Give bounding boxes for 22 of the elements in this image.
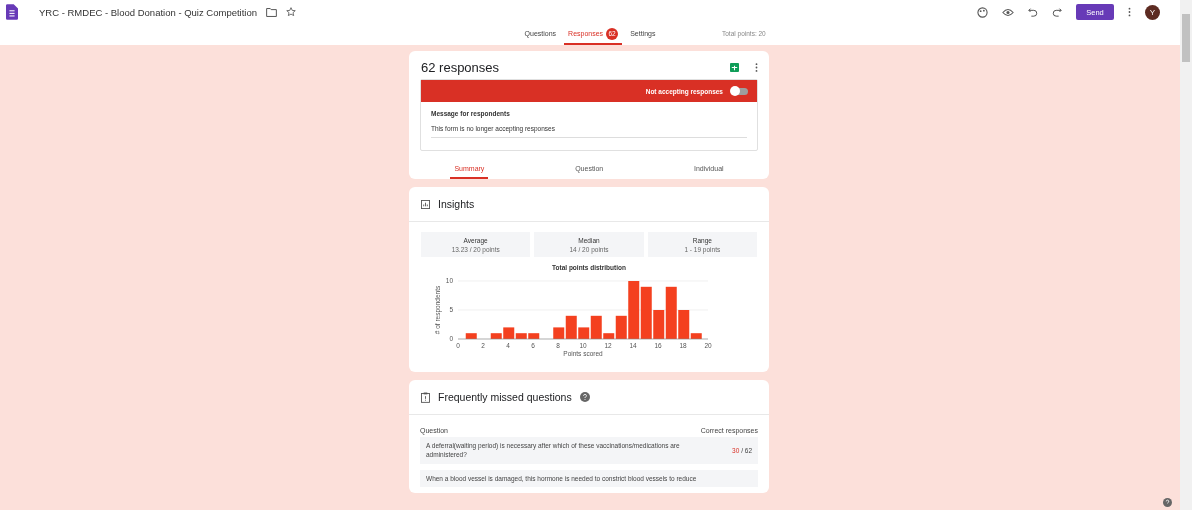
scrollbar[interactable] [1180, 0, 1192, 510]
insights-icon [421, 199, 430, 209]
redo-icon[interactable] [1052, 7, 1062, 17]
undo-icon[interactable] [1028, 7, 1038, 17]
more-options-icon[interactable] [1128, 7, 1131, 17]
scrollbar-thumb[interactable] [1182, 14, 1190, 62]
responses-count: 62 responses [421, 60, 500, 75]
form-title[interactable]: YRC - RMDEC - Blood Donation - Quiz Competition [39, 6, 258, 18]
clipboard-icon [421, 391, 430, 403]
eye-icon[interactable] [1002, 7, 1014, 17]
avatar[interactable]: Y [1145, 4, 1160, 20]
spreadsheet-icon[interactable] [730, 63, 739, 72]
section-title: Insights [438, 198, 475, 210]
help-icon[interactable] [579, 392, 590, 402]
section-title: Frequently missed questions [438, 391, 572, 403]
help-icon[interactable] [1163, 498, 1172, 507]
histogram-bar [465, 333, 477, 339]
forms-logo-icon[interactable] [6, 4, 18, 20]
folder-icon[interactable] [266, 7, 278, 17]
star-icon[interactable] [286, 7, 297, 17]
toggle-switch[interactable] [732, 87, 748, 95]
more-options-icon[interactable] [755, 63, 758, 72]
